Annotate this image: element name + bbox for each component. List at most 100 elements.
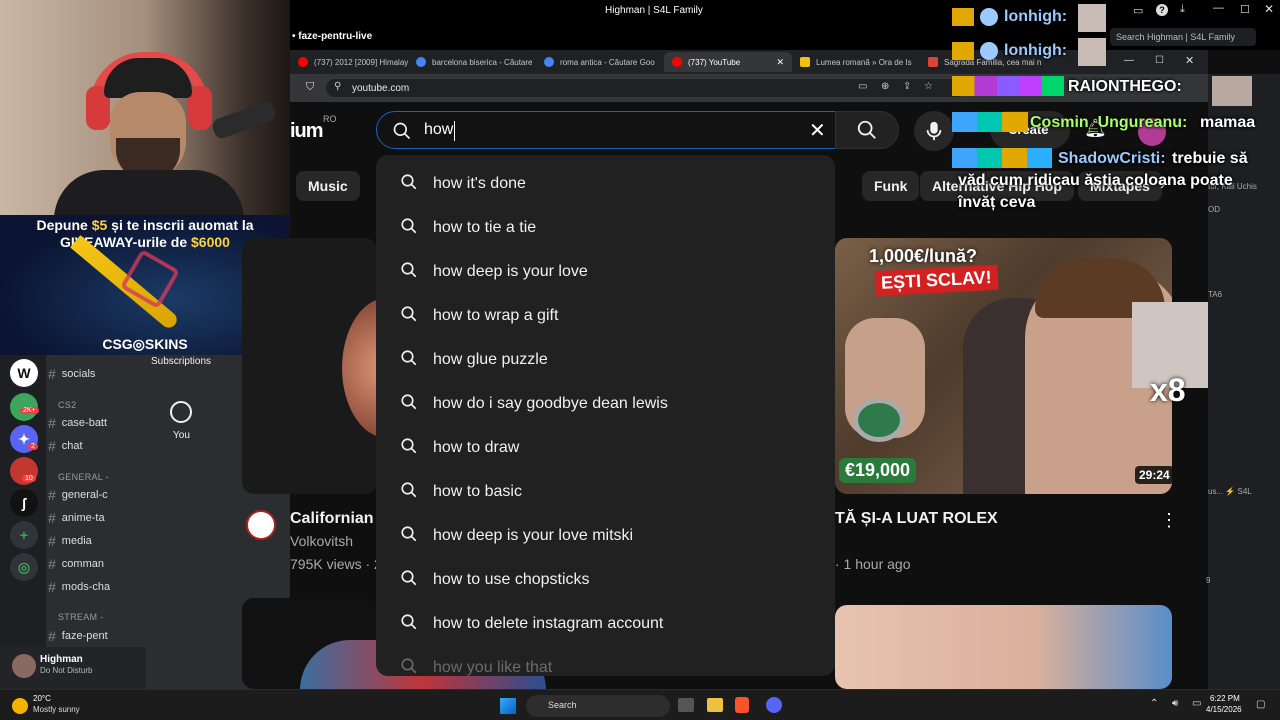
discord-icon[interactable] [766,697,782,713]
voice-search-button[interactable] [914,111,954,151]
clock-time[interactable]: 6:22 PM [1210,694,1240,703]
hash-icon: # [48,579,56,595]
channel-name[interactable]: Volkovitsh [290,533,353,549]
chip-music[interactable]: Music [296,171,360,201]
user-bar[interactable]: Highman Do Not Disturb [0,647,146,689]
search-suggestion[interactable]: how to use chopsticks [376,558,835,602]
bookmark-icon[interactable]: ⛉ [306,81,314,94]
search-suggestion[interactable]: how it's done [376,162,835,206]
server-icon[interactable]: ʃ [10,489,38,517]
region-code: RO [323,114,337,124]
server-rail: W 2K+ ✦ 2 10 ʃ + ◎ [0,355,46,685]
video-title[interactable]: TĂ ȘI-A LUAT ROLEX [835,510,998,528]
chat-username: lonhigh: [1004,42,1068,59]
chat-username: lonhigh: [1004,8,1068,25]
search-input[interactable]: how ✕ [376,111,836,149]
task-view-icon[interactable] [678,698,694,712]
tray-chevron-icon[interactable]: ⌃ [1150,698,1158,709]
video-thumbnail[interactable] [835,605,1172,689]
microphone-icon [926,121,942,141]
close-tab-icon[interactable]: ✕ [776,57,784,68]
search-icon [393,122,411,140]
search-suggestion[interactable]: how you like that [376,646,835,676]
start-button[interactable] [500,698,516,714]
channel-label: general-c [61,489,108,501]
search-suggestion[interactable]: how to delete instagram account [376,602,835,646]
channel-item[interactable]: # media [48,531,146,551]
search-suggestions: how it's done how to tie a tie how deep is… [376,155,835,676]
search-suggestion[interactable]: how to basic [376,470,835,514]
notification-center-icon[interactable]: ▢ [1256,699,1265,710]
hash-icon: # [48,533,56,549]
youtube-logo[interactable]: ium [290,120,324,143]
video-title[interactable]: Californian s [290,510,387,528]
search-icon [400,173,418,196]
video-thumbnail[interactable]: 1,000€/lună? EȘTI SCLAV! €19,000 29:24 [835,238,1172,494]
channel-label: comman [61,558,104,570]
display-icon[interactable]: ▭ [1192,698,1201,709]
search-icon [400,569,418,592]
add-server-icon[interactable]: + [10,521,38,549]
channel-item[interactable]: # case-batt [48,413,146,433]
emote-icon [980,8,998,26]
site-info-icon[interactable]: ⚲ [334,81,341,92]
browser-tab[interactable]: Lumea romană » Ora de Is [792,52,920,72]
chat-emote-image [1212,76,1252,106]
search-suggestion[interactable]: how deep is your love [376,250,835,294]
channel-item[interactable]: # chat [48,436,146,456]
nav-subscriptions[interactable]: Subscriptions [151,356,211,367]
channel-item[interactable]: # socials [48,364,146,384]
weather-desc[interactable]: Mostly sunny [33,705,80,714]
search-suggestion[interactable]: how do i say goodbye dean lewis [376,382,835,426]
search-suggestion[interactable]: how to draw [376,426,835,470]
channel-item[interactable]: # anime-ta [48,508,146,528]
user-name: Highman [40,654,83,665]
channel-item[interactable]: # comman [48,554,146,574]
weather-temp[interactable]: 20°C [33,694,51,703]
hash-icon: # [48,487,56,503]
tab-label: (737) 2012 [2009] Himalay [314,57,408,67]
browser-tab[interactable]: (737) 2012 [2009] Himalay [290,52,408,72]
brave-icon[interactable] [735,697,749,713]
channel-item[interactable]: # general-c [48,485,146,505]
video-meta: 795K views · 2 [290,556,382,572]
clear-search-icon[interactable]: ✕ [809,118,826,143]
youtube-favicon-icon [298,57,308,67]
explore-icon[interactable]: ◎ [10,553,38,581]
share-icon[interactable]: ⇪ [903,81,911,92]
search-button[interactable] [835,111,899,149]
channel-label: socials [61,368,96,380]
browser-tab[interactable]: roma antica - Căutare Goo [536,52,664,72]
more-options-icon[interactable]: ⋮ [1160,510,1178,531]
browser-tab[interactable]: barcelona biserica - Căutare [408,52,536,72]
star-icon[interactable]: ☆ [924,81,933,92]
clock-date[interactable]: 4/15/2026 [1206,705,1242,714]
server-icon-w[interactable]: W [10,359,38,387]
channel-label: mods-cha [61,581,111,593]
suggestion-text: how to draw [433,439,520,456]
channel-avatar[interactable] [246,510,276,540]
zoom-icon[interactable]: ⊕ [881,81,889,92]
user-circle-icon[interactable] [170,401,192,423]
cast-icon[interactable]: ▭ [858,81,867,92]
promo-text: Depune [36,217,92,233]
badge-row [952,148,1052,168]
channel-item[interactable]: # mods-cha [48,577,146,597]
search-suggestion[interactable]: how deep is your love mitski [376,514,835,558]
url-bar[interactable]: ⚲ youtube.com ▭ ⊕ ⇪ ☆ [326,79,966,97]
nav-you[interactable]: You [173,430,190,441]
browser-tab-active[interactable]: (737) YouTube ✕ [664,52,792,72]
search-suggestion[interactable]: how to wrap a gift [376,294,835,338]
search-suggestion[interactable]: how glue puzzle [376,338,835,382]
volume-icon[interactable]: 🔊︎ [1172,698,1178,709]
file-explorer-icon[interactable] [707,698,723,712]
video-thumbnail[interactable] [242,238,377,494]
avatar [12,654,36,678]
search-suggestion[interactable]: how to tie a tie [376,206,835,250]
channel-item[interactable]: # faze-pent [48,626,146,646]
promo-text: și te inscrii auomat la [107,217,254,233]
chip-funk[interactable]: Funk [862,171,920,201]
crown-icon [952,42,974,60]
channel-label: anime-ta [61,512,105,524]
webcam-feed [0,0,290,215]
